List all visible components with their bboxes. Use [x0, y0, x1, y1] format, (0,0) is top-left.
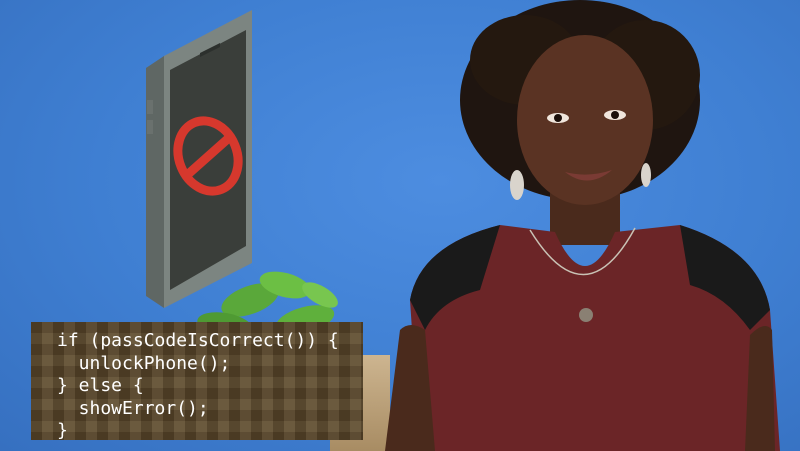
code-line: showError(); [57, 397, 209, 419]
code-line: if (passCodeIsCorrect()) { [57, 330, 339, 351]
code-snippet-overlay: if (passCodeIsCorrect()) { unlockPhone()… [31, 322, 363, 441]
presenter [380, 0, 800, 451]
person-icon [385, 0, 780, 451]
video-frame: if (passCodeIsCorrect()) { unlockPhone()… [0, 0, 800, 451]
code-line: unlockPhone(); [57, 352, 231, 374]
code-line: } [57, 420, 68, 441]
code-line: } else { [57, 375, 144, 396]
